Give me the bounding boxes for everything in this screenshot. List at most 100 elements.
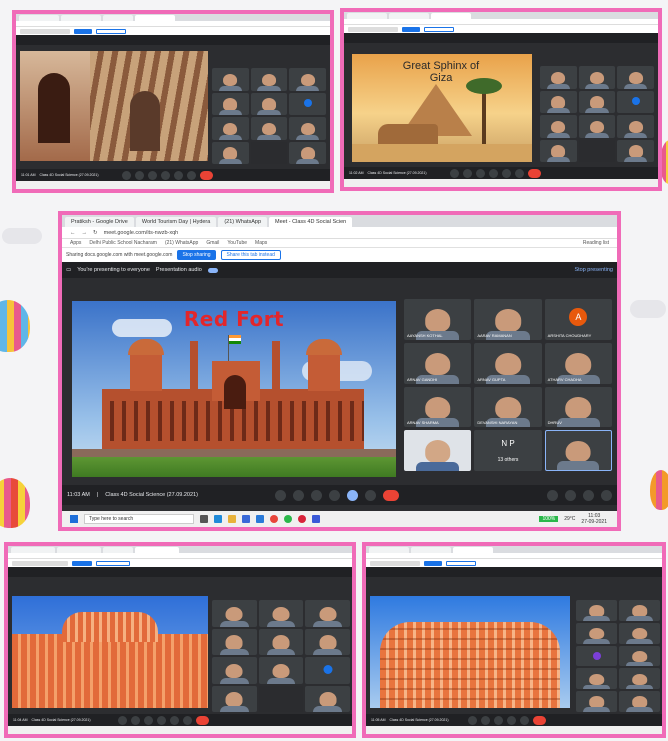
captions-button[interactable] (310, 489, 322, 501)
more-options-button[interactable] (183, 715, 193, 725)
meeting-time: 11:05 AM (371, 718, 386, 722)
end-call-button[interactable] (528, 168, 542, 178)
participant-tile (576, 645, 617, 667)
opera-icon[interactable] (298, 515, 306, 523)
cloud-decoration (630, 300, 666, 318)
participant-tile (576, 691, 617, 712)
url-field[interactable]: meet.google.com/its-nwzb-xqh (104, 230, 179, 236)
reload-icon[interactable]: ↻ (93, 230, 98, 236)
end-call-button[interactable] (200, 170, 214, 180)
presentation-audio-label: Presentation audio (155, 267, 202, 273)
task-view-icon[interactable] (200, 515, 208, 523)
others-tile[interactable]: N P 13 others (474, 430, 542, 471)
participant-name: DHRUV (547, 420, 562, 426)
more-options-button[interactable] (364, 489, 376, 501)
taskbar-search[interactable]: Type here to search (84, 514, 194, 524)
end-call-button[interactable] (196, 715, 210, 725)
browser-tab[interactable]: (21) WhatsApp (218, 217, 268, 227)
participant-tile (578, 66, 616, 89)
presenting-header: ▭ You're presenting to everyone Presenta… (62, 262, 617, 278)
captions-button[interactable] (494, 715, 504, 725)
present-icon: ▭ (66, 267, 72, 273)
meet-controls: 11:04 AM Class 4D Social Science (27.09.… (8, 714, 352, 726)
chrome-icon[interactable] (270, 515, 278, 523)
present-button[interactable] (174, 170, 184, 180)
mail-icon[interactable] (256, 515, 264, 523)
end-call-button[interactable] (533, 715, 547, 725)
activities-button[interactable] (601, 489, 612, 501)
bookmark-item[interactable]: Apps (70, 240, 81, 246)
browser-tab-active[interactable]: Meet - Class 4D Social Scien (269, 217, 353, 227)
audio-toggle[interactable] (207, 267, 218, 273)
mic-button[interactable] (122, 170, 132, 180)
back-icon[interactable]: ← (70, 230, 76, 236)
stop-presenting-button[interactable]: Stop presenting (574, 267, 613, 273)
present-button[interactable] (507, 715, 517, 725)
forward-icon[interactable]: → (82, 230, 88, 236)
sharing-text: Sharing docs.google.com with meet.google… (66, 252, 173, 258)
meeting-title: Class 4D Social Science (27.09.2021) (105, 492, 198, 498)
raise-hand-button[interactable] (489, 168, 499, 178)
camera-button[interactable] (131, 715, 141, 725)
participant-name: DEVANSHI NARAYAN (477, 420, 518, 426)
captions-button[interactable] (148, 170, 158, 180)
chat-button[interactable] (583, 489, 594, 501)
raise-hand-button[interactable] (328, 489, 340, 501)
balloon-decoration (650, 470, 668, 510)
more-options-button[interactable] (187, 170, 197, 180)
raise-hand-button[interactable] (161, 170, 171, 180)
camera-button[interactable] (481, 715, 491, 725)
participant-tile (212, 68, 249, 91)
present-button[interactable] (170, 715, 180, 725)
mic-button[interactable] (468, 715, 478, 725)
bookmark-item[interactable]: Delhi Public School Nacharam (89, 240, 157, 246)
bookmark-item[interactable]: (21) WhatsApp (165, 240, 198, 246)
stop-sharing-button[interactable]: Stop sharing (177, 250, 216, 260)
participant-tile (617, 115, 654, 138)
captions-button[interactable] (476, 168, 486, 178)
balloon-decoration (0, 300, 30, 352)
bookmark-item[interactable]: Gmail (206, 240, 219, 246)
people-button[interactable] (565, 489, 576, 501)
raise-hand-button[interactable] (157, 715, 167, 725)
weather-temp: 29°C (564, 516, 576, 522)
share-tab-button[interactable]: Share this tab instead (220, 250, 281, 260)
file-explorer-icon[interactable] (228, 515, 236, 523)
end-call-button[interactable] (382, 489, 399, 501)
edge-icon[interactable] (214, 515, 222, 523)
present-button[interactable] (502, 168, 512, 178)
store-icon[interactable] (242, 515, 250, 523)
browser-tab[interactable]: World Tourism Day | Hydera (135, 217, 217, 227)
meeting-time: 11:04 AM (13, 718, 28, 722)
participant-tile (617, 90, 654, 113)
present-button[interactable] (346, 489, 358, 501)
participant-tile (212, 685, 257, 712)
participant-tile (576, 668, 617, 690)
camera-button[interactable] (463, 168, 473, 178)
more-options-button[interactable] (520, 715, 530, 725)
participant-tile (250, 92, 288, 115)
facebook-icon[interactable] (312, 515, 320, 523)
participant-grid (540, 66, 654, 162)
whatsapp-icon[interactable] (284, 515, 292, 523)
camera-button[interactable] (135, 170, 145, 180)
participant-tile (576, 600, 617, 621)
participant-tile (617, 66, 654, 89)
reading-list-item[interactable]: Reading list (583, 240, 609, 246)
meeting-separator: | (96, 492, 99, 498)
bookmark-item[interactable]: Maps (255, 240, 267, 246)
camera-button[interactable] (292, 489, 304, 501)
browser-tab[interactable]: Pratiksh - Google Drive (65, 217, 134, 227)
bookmark-item[interactable]: YouTube (227, 240, 247, 246)
captions-button[interactable] (144, 715, 154, 725)
more-options-button[interactable] (515, 168, 525, 178)
mic-button[interactable] (274, 489, 286, 501)
participant-tile (619, 600, 660, 621)
mic-button[interactable] (450, 168, 460, 178)
mic-button[interactable] (118, 715, 128, 725)
participant-avatar: N P (501, 439, 515, 449)
participant-tile (540, 139, 577, 162)
windows-start-icon[interactable] (70, 515, 78, 523)
info-button[interactable] (547, 489, 558, 501)
participant-tile: DHRUV (544, 386, 612, 428)
